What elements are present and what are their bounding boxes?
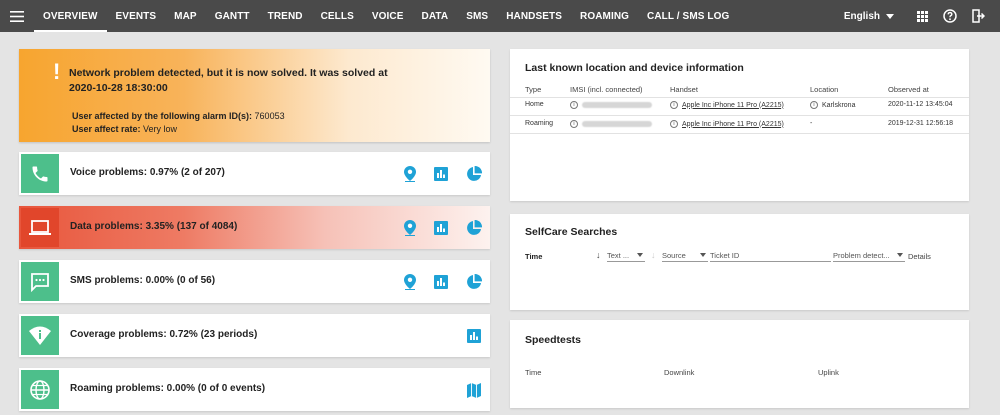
selfcare-title: SelfCare Searches: [525, 226, 618, 238]
roaming-problems-card[interactable]: Roaming problems: 0.00% (0 of 0 events): [19, 368, 490, 411]
col-type: Type: [525, 85, 542, 94]
voice-problems-card[interactable]: Voice problems: 0.97% (2 of 207): [19, 152, 490, 195]
language-selector[interactable]: English: [844, 11, 894, 22]
ticket-id-input[interactable]: Ticket ID: [710, 249, 831, 262]
pie-chart-icon[interactable]: [464, 218, 484, 238]
location-device-card: Last known location and device informati…: [510, 49, 969, 201]
row-home-location: i Karlskrona: [810, 101, 855, 109]
menu-icon[interactable]: [0, 0, 34, 32]
col-time: Time: [525, 252, 543, 261]
affect-rate-label: User affect rate:: [72, 124, 141, 134]
speedtests-card: Speedtests Time Downlink Uplink: [510, 320, 969, 408]
handset-link[interactable]: Apple Inc iPhone 11 Pro (A2215): [682, 102, 784, 109]
tab-voice[interactable]: VOICE: [363, 0, 413, 32]
text-filter-select[interactable]: Text ...: [607, 249, 645, 262]
chevron-down-icon: [700, 253, 706, 257]
pie-chart-icon[interactable]: [464, 272, 484, 292]
redacted-imsi: [582, 102, 652, 108]
map-pin-icon[interactable]: [400, 272, 420, 292]
affect-rate-value: Very low: [143, 124, 178, 134]
wifi-warning-icon: [21, 316, 59, 355]
chevron-down-icon: [897, 253, 903, 257]
alarm-message: Network problem detected, but it is now …: [69, 67, 388, 94]
source-filter-select[interactable]: Source: [662, 249, 708, 262]
row-roaming-type: Roaming: [525, 120, 554, 127]
location-card-title: Last known location and device informati…: [525, 62, 744, 74]
sms-problems-label: SMS problems: 0.00% (0 of 56): [70, 275, 216, 286]
bar-chart-icon[interactable]: [431, 164, 451, 184]
sort-arrow-icon[interactable]: ↓: [651, 250, 656, 260]
chevron-down-icon: [886, 13, 894, 19]
exclamation-icon: !: [53, 59, 61, 84]
map-icon[interactable]: [464, 380, 484, 400]
roaming-problems-label: Roaming problems: 0.00% (0 of 0 events): [70, 383, 266, 394]
row-home-observed: 2020-11-12 13:45:04: [888, 101, 953, 108]
row-home-handset: i Apple Inc iPhone 11 Pro (A2215): [670, 101, 784, 109]
tab-overview[interactable]: OVERVIEW: [34, 0, 107, 32]
map-pin-icon[interactable]: [400, 164, 420, 184]
tab-data[interactable]: DATA: [413, 0, 458, 32]
tab-cells[interactable]: CELLS: [312, 0, 363, 32]
row-roaming-imsi: i: [570, 120, 652, 128]
voice-problems-label: Voice problems: 0.97% (2 of 207): [70, 167, 225, 178]
laptop-icon: [21, 208, 59, 247]
bar-chart-icon[interactable]: [431, 272, 451, 292]
chevron-down-icon: [637, 253, 643, 257]
help-icon[interactable]: [936, 0, 964, 32]
row-roaming-handset: i Apple Inc iPhone 11 Pro (A2215): [670, 120, 784, 128]
col-downlink: Downlink: [664, 368, 695, 377]
pie-chart-icon[interactable]: [464, 164, 484, 184]
row-home-imsi: i: [570, 101, 652, 109]
col-uplink: Uplink: [818, 368, 839, 377]
tab-map[interactable]: MAP: [165, 0, 206, 32]
coverage-problems-label: Coverage problems: 0.72% (23 periods): [70, 329, 258, 340]
tab-call-sms-log[interactable]: CALL / SMS LOG: [638, 0, 738, 32]
network-alarm-banner: ! Network problem detected, but it is no…: [19, 49, 490, 142]
data-problems-card[interactable]: Data problems: 3.35% (137 of 4084): [19, 206, 490, 249]
col-observed: Observed at: [888, 85, 929, 94]
tab-roaming[interactable]: ROAMING: [571, 0, 638, 32]
globe-icon: [21, 370, 59, 409]
sms-problems-card[interactable]: SMS problems: 0.00% (0 of 56): [19, 260, 490, 303]
row-roaming-observed: 2019-12-31 12:56:18: [888, 120, 953, 127]
redacted-imsi: [582, 121, 652, 127]
tab-handsets[interactable]: HANDSETS: [497, 0, 571, 32]
problem-detected-select[interactable]: Problem detect...: [833, 249, 905, 262]
speedtests-title: Speedtests: [525, 334, 582, 346]
row-roaming-location: -: [810, 120, 813, 127]
tab-sms[interactable]: SMS: [457, 0, 497, 32]
phone-icon: [21, 154, 59, 193]
info-icon[interactable]: i: [670, 120, 678, 128]
col-imsi: IMSI (incl. connected): [570, 85, 643, 94]
logout-icon[interactable]: [964, 0, 992, 32]
col-details: Details: [908, 252, 931, 261]
message-icon: [21, 262, 59, 301]
nav-tabs: OVERVIEW EVENTS MAP GANTT TREND CELLS VO…: [34, 0, 738, 32]
coverage-problems-card[interactable]: Coverage problems: 0.72% (23 periods): [19, 314, 490, 357]
row-home-type: Home: [525, 101, 544, 108]
tab-trend[interactable]: TREND: [259, 0, 312, 32]
info-icon[interactable]: i: [810, 101, 818, 109]
tab-events[interactable]: EVENTS: [107, 0, 166, 32]
info-icon[interactable]: i: [670, 101, 678, 109]
top-navigation-bar: OVERVIEW EVENTS MAP GANTT TREND CELLS VO…: [0, 0, 1000, 32]
handset-link[interactable]: Apple Inc iPhone 11 Pro (A2215): [682, 121, 784, 128]
data-problems-label: Data problems: 3.35% (137 of 4084): [70, 221, 238, 232]
alarm-details: User affected by the following alarm ID(…: [72, 110, 285, 136]
selfcare-searches-card: SelfCare Searches Time ↓ Text ... ↓ Sour…: [510, 214, 969, 310]
sort-arrow-icon[interactable]: ↓: [596, 250, 601, 260]
col-handset: Handset: [670, 85, 698, 94]
bar-chart-icon[interactable]: [431, 218, 451, 238]
map-pin-icon[interactable]: [400, 218, 420, 238]
language-label: English: [843, 10, 880, 22]
info-icon[interactable]: i: [570, 101, 578, 109]
alarm-id-value: 760053: [254, 111, 285, 121]
apps-grid-icon[interactable]: [908, 0, 936, 32]
info-icon[interactable]: i: [570, 120, 578, 128]
alarm-id-label: User affected by the following alarm ID(…: [72, 111, 253, 121]
col-time: Time: [525, 368, 542, 377]
tab-gantt[interactable]: GANTT: [206, 0, 259, 32]
bar-chart-icon[interactable]: [464, 326, 484, 346]
col-location: Location: [810, 85, 839, 94]
